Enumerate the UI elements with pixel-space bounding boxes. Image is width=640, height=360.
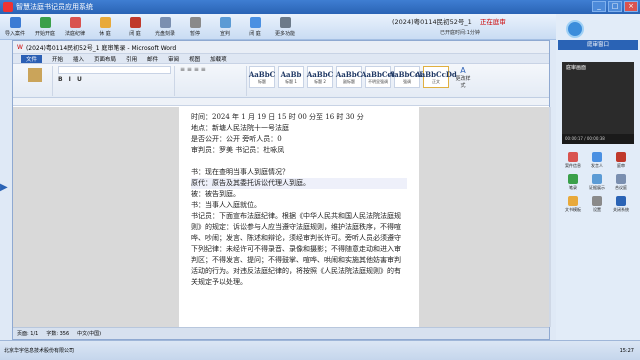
clock: 15:27 <box>619 347 634 354</box>
ribbon-tabs: 文件 开始 插入 页面布局 引用 邮件 审阅 视图 加载项 <box>13 54 549 64</box>
start-hearing-button[interactable]: 开始开庭 <box>30 14 60 40</box>
doc-line: 时间：2024 年 1 月 19 日 15 时 00 分至 16 时 30 分 <box>191 113 364 121</box>
app-title: 智慧法庭书记员应用系统 <box>16 3 93 11</box>
doc-line: 原代：原告及其委托诉讼代理人到庭。 <box>191 178 407 189</box>
doc-line: 审判员：罗美 书记员：杜咏凤 <box>191 146 285 154</box>
pause-button[interactable]: 暂停 <box>180 14 210 40</box>
tab-addins[interactable]: 加载项 <box>210 55 227 63</box>
title-bar: 智慧法庭书记员应用系统 _ □ × <box>0 0 640 14</box>
video-preview[interactable]: 庭审画面 00:00:17 / 00:00:38 <box>562 62 634 144</box>
paragraph-group[interactable]: ≡ ≡ ≡ ≡ <box>177 66 247 96</box>
more-functions-button[interactable]: 更多功能 <box>270 14 300 40</box>
court-discipline-button[interactable]: 法庭纪律 <box>60 14 90 40</box>
verdict-button[interactable]: 宣判 <box>210 14 240 40</box>
tab-review[interactable]: 审阅 <box>168 55 179 63</box>
paste-icon <box>27 68 42 82</box>
tab-home[interactable]: 开始 <box>52 55 63 63</box>
minimize-button[interactable]: _ <box>592 1 606 12</box>
doc-paragraph: 书记员：下面宣布法庭纪律。根据《中华人民共和国人民法院法庭规则》的规定：诉讼参与… <box>191 212 401 286</box>
style-title[interactable]: AaBbC 标题 <box>249 66 275 88</box>
word-status-bar: 页面: 1/1 字数: 356 中文(中国) <box>13 327 549 339</box>
document-area[interactable]: 时间：2024 年 1 月 19 日 15 时 00 分至 16 时 30 分 … <box>13 107 549 327</box>
doc-line: 书：现在查明当事人到庭情况？ <box>191 168 289 176</box>
style-subtitle[interactable]: AaBbC 副标题 <box>336 66 362 88</box>
vendor-text: 北京华宇信息技术股份有限公司 <box>4 348 75 354</box>
word-count: 字数: 356 <box>46 331 70 337</box>
doc-line: 书：当事人入庭就位。 <box>191 201 261 209</box>
tab-view[interactable]: 视图 <box>189 55 200 63</box>
doc-line: 是否公开：公开 旁听人员：0 <box>191 135 282 143</box>
hearing-status: 正在庭审 <box>479 18 506 26</box>
style-normal[interactable]: AaBbCcDd 正文 <box>415 66 457 88</box>
tab-insert[interactable]: 插入 <box>73 55 84 63</box>
word-logo-icon: W <box>17 43 23 51</box>
doc-line: 地点：新塘人民法院十一号法庭 <box>191 124 289 132</box>
tab-references[interactable]: 引用 <box>126 55 137 63</box>
styles-gallery: AaBbC 标题 AaBb 标题 1 AaBbC 标题 2 AaBbC 副标题 AaBb… <box>249 66 457 88</box>
right-button-grid: 案件信息 发言人 庭审 笔录 证据展示 合议庭 文书模板 设置 关闭系统 <box>562 152 634 216</box>
burn-disc-button[interactable]: 光盘刻录 <box>150 14 180 40</box>
tab-layout[interactable]: 页面布局 <box>94 55 116 63</box>
ribbon: B I U ≡ ≡ ≡ ≡ AaBbC 标题 AaBb 标题 1 AaBbC 标题 2… <box>13 64 549 98</box>
app-window: 智慧法庭书记员应用系统 _ □ × 导入案件 开始开庭 法庭纪律 休 庭 闭 庭… <box>0 0 640 360</box>
evidence-button[interactable]: 证据展示 <box>586 174 608 194</box>
vertical-scrollbar[interactable] <box>549 107 551 327</box>
case-info-button[interactable]: 案件信息 <box>562 152 584 172</box>
case-number: (2024)粤0114民初52号_1 <box>392 18 472 26</box>
doc-line <box>191 156 407 167</box>
word-title: (2024)粤0114民初52号_1 庭审笔录 - Microsoft Word <box>25 44 177 52</box>
taskbar: 北京华宇信息技术股份有限公司 15:27 <box>0 340 640 360</box>
case-info: (2024)粤0114民初52号_1 正在庭审 <box>392 16 506 26</box>
hearing-button[interactable]: 庭审 <box>610 152 632 172</box>
video-time: 00:00:17 / 00:00:38 <box>562 134 634 144</box>
page-count: 页面: 1/1 <box>17 331 39 337</box>
collapse-left-icon[interactable]: ▶ <box>0 182 10 198</box>
collegial-button[interactable]: 合议庭 <box>610 174 632 194</box>
style-heading2[interactable]: AaBbC 标题 2 <box>307 66 333 88</box>
template-button[interactable]: 文书模板 <box>562 196 584 216</box>
transcript-button[interactable]: 笔录 <box>562 174 584 194</box>
doc-line: 被：被告到庭。 <box>191 190 240 198</box>
clipboard-group[interactable] <box>17 66 53 96</box>
style-heading1[interactable]: AaBb 标题 1 <box>278 66 304 88</box>
app-logo-icon <box>3 2 13 12</box>
ruler <box>13 98 549 106</box>
court-logo-icon <box>566 20 584 38</box>
change-styles-button[interactable]: A 更改样式 <box>451 66 475 96</box>
recess-button[interactable]: 休 庭 <box>90 14 120 40</box>
right-panel-header: 庭审窗口 <box>558 40 638 50</box>
end-hearing-button[interactable]: 闭 庭 <box>240 14 270 40</box>
main-toolbar: 导入案件 开始开庭 法庭纪律 休 庭 闭 庭 光盘刻录 暂停 宣判 闭 庭 更多… <box>0 14 640 40</box>
document-page[interactable]: 时间：2024 年 1 月 19 日 15 时 00 分至 16 时 30 分 … <box>179 107 419 327</box>
close-button[interactable]: × <box>624 1 638 12</box>
close-court-button[interactable]: 闭 庭 <box>120 14 150 40</box>
right-panel: 庭审窗口 庭审画面 00:00:17 / 00:00:38 案件信息 发言人 庭… <box>556 14 640 340</box>
import-case-button[interactable]: 导入案件 <box>0 14 30 40</box>
elapsed-info: 已开庭时间:1分钟 <box>440 30 480 36</box>
word-editor: W (2024)粤0114民初52号_1 庭审笔录 - Microsoft Wo… <box>12 40 551 340</box>
word-title-bar: W (2024)粤0114民初52号_1 庭审笔录 - Microsoft Wo… <box>13 41 549 54</box>
tab-mailings[interactable]: 邮件 <box>147 55 158 63</box>
style-subtle-emphasis[interactable]: AaBbCcI 不明显强调 <box>361 66 395 88</box>
tab-file[interactable]: 文件 <box>21 54 43 63</box>
exit-button[interactable]: 关闭系统 <box>610 196 632 216</box>
font-group[interactable]: B I U <box>55 66 175 96</box>
language: 中文(中国) <box>77 331 102 337</box>
maximize-button[interactable]: □ <box>608 1 622 12</box>
settings-button[interactable]: 设置 <box>586 196 608 216</box>
speaker-button[interactable]: 发言人 <box>586 152 608 172</box>
